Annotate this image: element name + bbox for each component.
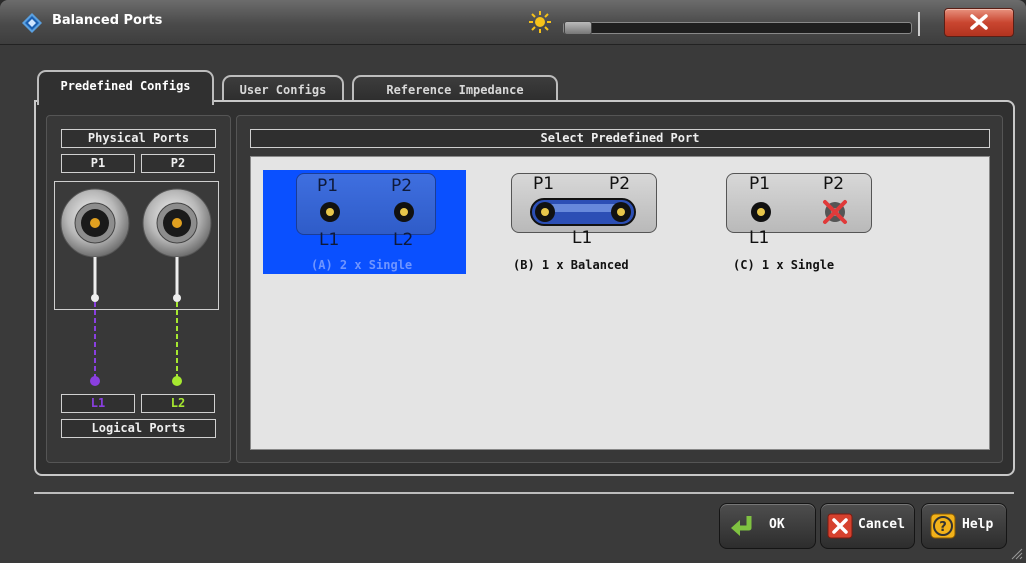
help-question-icon: ? [930, 513, 956, 539]
option-a-port1-connector-icon [320, 202, 340, 222]
logical-ports-header: Logical Ports [61, 419, 216, 438]
balanced-ports-dialog: Balanced Ports Predefined Configs User C… [0, 0, 1026, 563]
transparency-slider[interactable] [563, 21, 912, 35]
close-icon [970, 14, 988, 30]
resize-grip-icon[interactable] [1009, 546, 1023, 560]
logical-port-l1-label: L1 [61, 394, 135, 413]
tab-user-configs[interactable]: User Configs [222, 75, 344, 103]
app-logo-icon [22, 13, 42, 33]
tab-predefined-configs[interactable]: Predefined Configs [37, 70, 214, 105]
title-separator [918, 12, 920, 36]
slider-thumb[interactable] [564, 21, 592, 35]
physical-port-p1-label: P1 [61, 154, 135, 173]
option-b-p2-label: P2 [609, 174, 631, 194]
physical-port-p2-label: P2 [141, 154, 215, 173]
option-a-port2-connector-icon [394, 202, 414, 222]
close-button[interactable] [944, 8, 1014, 37]
help-button[interactable]: ? Help [921, 503, 1007, 549]
select-predefined-port-header: Select Predefined Port [250, 129, 990, 148]
option-c-port-box [726, 173, 872, 233]
enter-arrow-icon [731, 516, 752, 536]
tab-reference-impedance[interactable]: Reference Impedance [352, 75, 558, 103]
cancel-x-icon [827, 513, 853, 539]
ok-label: OK [769, 517, 785, 532]
option-c-port2-disabled-icon [823, 200, 847, 224]
ok-button[interactable]: OK [719, 503, 816, 549]
port-wiring-diagram [60, 188, 212, 386]
option-c-l1-label: L1 [749, 228, 770, 248]
physical-ports-header: Physical Ports [61, 129, 216, 148]
connector-p1-icon [60, 188, 130, 258]
window-title: Balanced Ports [52, 13, 163, 28]
option-b-caption: (B) 1 x Balanced [513, 258, 629, 272]
option-a-p2-label: P2 [391, 176, 413, 196]
option-a-l1-label: L1 [319, 230, 340, 250]
option-a-l2-label: L2 [393, 230, 414, 250]
title-bar[interactable]: Balanced Ports [0, 0, 1026, 45]
option-c-p1-label: P1 [749, 174, 771, 194]
option-b-p1-label: P1 [533, 174, 555, 194]
option-a-p1-label: P1 [317, 176, 339, 196]
option-1x-balanced[interactable]: P1 P2 L1 (B) 1 x Balanced [505, 170, 665, 274]
cancel-button[interactable]: Cancel [820, 503, 915, 549]
option-2x-single[interactable]: P1 P2 L1 L2 (A) 2 x Single [263, 170, 466, 274]
logical-port-l2-label: L2 [141, 394, 215, 413]
option-c-caption: (C) 1 x Single [733, 258, 835, 272]
brightness-sun-icon [529, 11, 551, 33]
option-1x-single[interactable]: P1 P2 L1 (C) 1 x Single [723, 170, 873, 274]
footer-separator [34, 492, 1014, 494]
option-c-port1-connector-icon [751, 202, 771, 222]
option-b-balanced-connector-icon [530, 198, 636, 226]
help-label: Help [962, 517, 994, 532]
connector-p2-icon [142, 188, 212, 258]
option-a-caption: (A) 2 x Single [311, 258, 413, 272]
option-b-l1-label: L1 [572, 228, 593, 248]
option-c-p2-label: P2 [823, 174, 845, 194]
svg-text:?: ? [939, 520, 947, 535]
cancel-label: Cancel [858, 517, 905, 532]
